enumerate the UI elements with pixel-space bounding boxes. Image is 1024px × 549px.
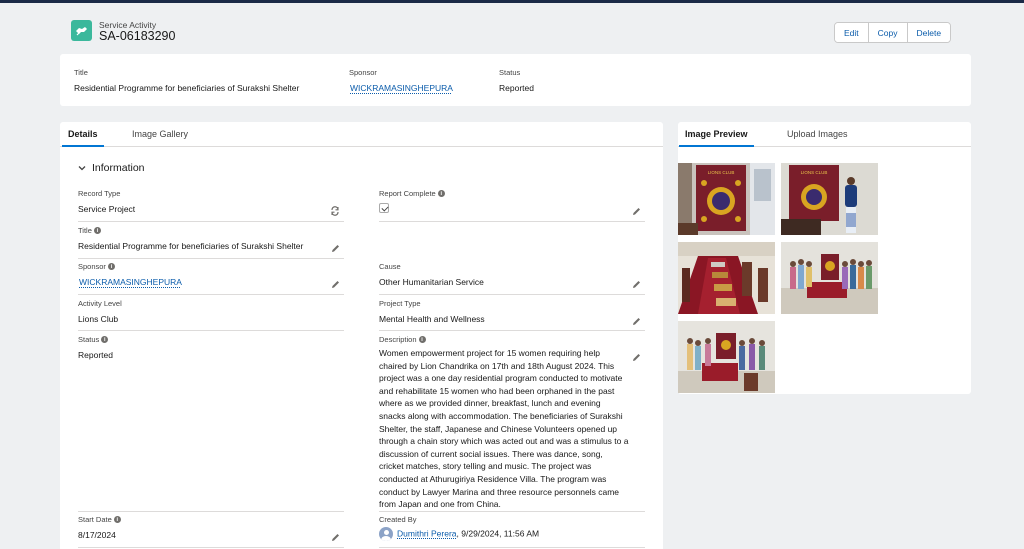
record-name: SA-06183290 (99, 29, 176, 43)
highlight-title-label: Title (74, 68, 88, 77)
highlight-sponsor: Sponsor WICKRAMASINGHEPURA (349, 68, 453, 93)
field-status: Status i Reported (78, 335, 344, 512)
info-icon[interactable]: i (101, 336, 109, 343)
info-icon[interactable]: i (107, 263, 115, 270)
image-preview-card: Image Preview Upload Images LIONS CLUB L… (678, 122, 971, 394)
field-start-date: Start Date i 8/17/2024 (78, 515, 344, 548)
highlight-sponsor-label: Sponsor (349, 68, 377, 77)
gallery-thumbnail-3[interactable] (678, 242, 775, 314)
pencil-icon[interactable] (631, 352, 641, 362)
created-by-date: , 9/29/2024, 11:56 AM (456, 528, 540, 539)
pencil-icon[interactable] (631, 316, 641, 326)
copy-button[interactable]: Copy (867, 23, 907, 42)
field-description: Description i Women empowerment project f… (379, 335, 645, 512)
sponsor-label: Sponsor (78, 262, 106, 271)
app-top-bar (0, 0, 1024, 3)
highlight-status-label: Status (499, 68, 521, 77)
pencil-icon[interactable] (631, 206, 641, 216)
info-icon[interactable]: i (113, 516, 121, 523)
sponsor-link[interactable]: WICKRAMASINGHEPURA (79, 277, 182, 287)
project-type-label: Project Type (379, 299, 421, 308)
edit-button[interactable]: Edit (835, 23, 868, 42)
highlight-status: Status Reported (499, 68, 534, 93)
field-record-type: Record Type Service Project (78, 189, 344, 222)
svg-text:LIONS CLUB: LIONS CLUB (801, 170, 828, 175)
gallery-thumbnail-1[interactable]: LIONS CLUB (678, 163, 775, 235)
activity-level-label: Activity Level (78, 299, 122, 308)
highlight-sponsor-link[interactable]: WICKRAMASINGHEPURA (350, 83, 453, 93)
title-value: Residential Programme for beneficiaries … (78, 241, 304, 251)
main-tabset: Details Image Gallery (60, 122, 663, 147)
change-record-type-icon[interactable] (330, 206, 340, 216)
field-cause: Cause Other Humanitarian Service (379, 262, 645, 295)
record-type-value: Service Project (78, 204, 136, 214)
record-type-label: Record Type (78, 189, 121, 198)
description-label: Description (379, 335, 417, 344)
details-card: Details Image Gallery Information Record… (60, 122, 663, 549)
highlights-panel: Title Residential Programme for benefici… (60, 54, 971, 106)
field-report-complete: Report Complete i (379, 189, 645, 222)
title-label: Title (78, 226, 92, 235)
service-activity-icon (71, 20, 92, 41)
field-activity-level: Activity Level Lions Club (78, 299, 344, 331)
highlight-title: Title Residential Programme for benefici… (74, 68, 299, 93)
report-complete-checkbox (379, 203, 389, 213)
tab-image-preview[interactable]: Image Preview (679, 129, 754, 147)
field-sponsor: Sponsor i WICKRAMASINGHEPURA (78, 262, 344, 295)
project-type-value: Mental Health and Wellness (379, 314, 485, 324)
information-section-header[interactable]: Information (78, 162, 145, 174)
cause-label: Cause (379, 262, 401, 271)
user-avatar (379, 527, 393, 541)
pencil-icon[interactable] (330, 243, 340, 253)
pencil-icon[interactable] (330, 532, 340, 542)
side-tabset: Image Preview Upload Images (678, 122, 971, 147)
info-icon[interactable]: i (437, 190, 445, 197)
gallery-thumbnail-4[interactable] (781, 242, 878, 314)
section-title: Information (92, 162, 145, 174)
status-label: Status (78, 335, 100, 344)
created-by-user-link[interactable]: Dumithri Perera (397, 528, 457, 538)
field-project-type: Project Type Mental Health and Wellness (379, 299, 645, 331)
activity-level-value: Lions Club (78, 314, 119, 324)
field-created-by: Created By Dumithri Perera, 9/29/2024, 1… (379, 515, 645, 548)
pencil-icon[interactable] (330, 279, 340, 289)
field-title: Title i Residential Programme for benefic… (78, 226, 344, 259)
record-actions: Edit Copy Delete (834, 22, 952, 43)
cause-value: Other Humanitarian Service (379, 277, 484, 287)
start-date-label: Start Date (78, 515, 112, 524)
report-complete-label: Report Complete (379, 189, 436, 198)
info-icon[interactable]: i (93, 227, 101, 234)
tab-image-gallery[interactable]: Image Gallery (132, 129, 188, 139)
info-icon[interactable]: i (418, 336, 426, 343)
gallery-thumbnail-5[interactable] (678, 321, 775, 393)
tab-upload-images[interactable]: Upload Images (787, 129, 848, 139)
status-value: Reported (78, 350, 113, 360)
record-header: Service Activity SA-06183290 Edit Copy D… (60, 10, 971, 50)
tab-details[interactable]: Details (62, 129, 103, 147)
created-by-label: Created By (379, 515, 417, 524)
highlight-title-value: Residential Programme for beneficiaries … (74, 83, 300, 93)
description-value: Women empowerment project for 15 women r… (379, 348, 629, 510)
pencil-icon[interactable] (631, 279, 641, 289)
chevron-down-icon (78, 166, 86, 171)
svg-text:LIONS CLUB: LIONS CLUB (708, 170, 735, 175)
start-date-value: 8/17/2024 (78, 530, 116, 540)
gallery-thumbnail-2[interactable]: LIONS CLUB (781, 163, 878, 235)
delete-button[interactable]: Delete (906, 23, 951, 42)
highlight-status-value: Reported (499, 83, 534, 93)
